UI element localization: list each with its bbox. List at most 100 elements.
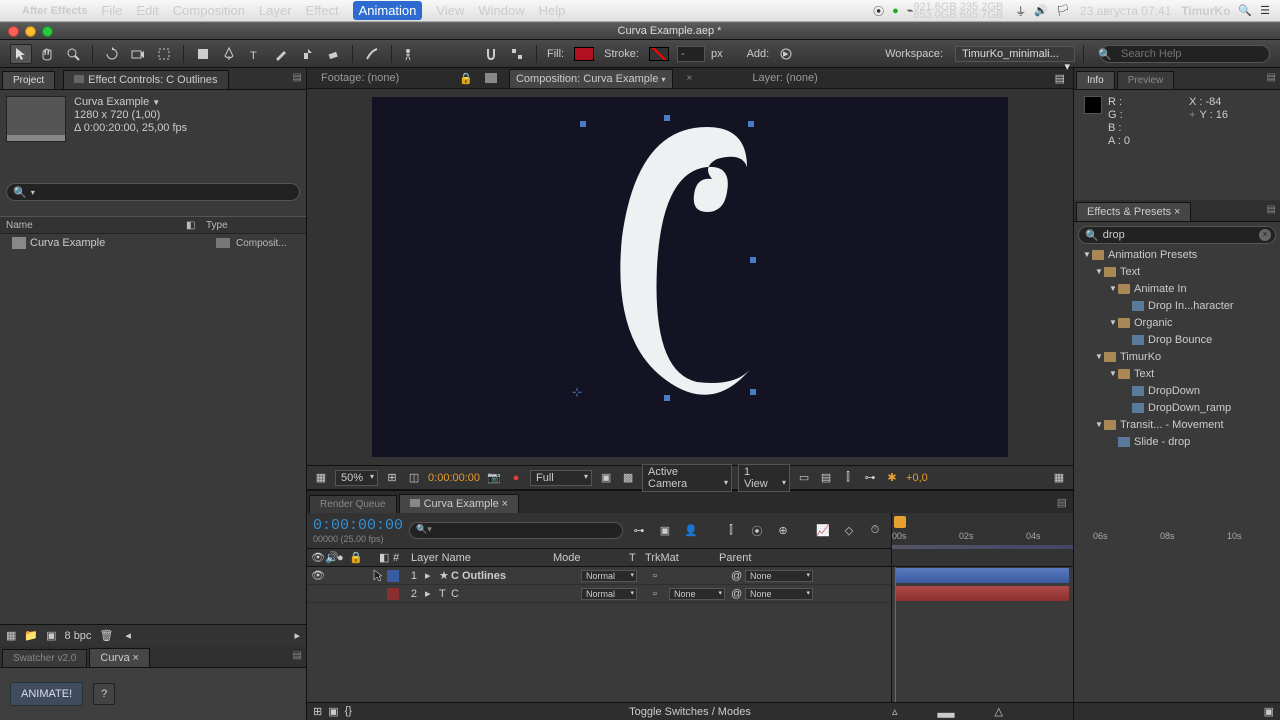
selection-tool[interactable] (10, 44, 32, 64)
preset-folder[interactable]: ▼Text (1078, 263, 1276, 280)
views-dropdown[interactable]: 1 View (738, 464, 790, 492)
preset-item[interactable]: DropDown (1078, 382, 1276, 399)
timeline-layer-row[interactable]: 👁1▸★C OutlinesNormal▫@None (307, 567, 891, 585)
menu-layer[interactable]: Layer (259, 3, 292, 18)
parent-pickwhip-icon[interactable]: @ (727, 570, 741, 582)
panel-menu-icon[interactable]: ▤ (293, 72, 302, 83)
roto-tool[interactable] (361, 44, 383, 64)
app-name[interactable]: After Effects (22, 5, 87, 17)
menu-window[interactable]: Window (478, 3, 524, 18)
minimize-window-button[interactable] (25, 26, 36, 37)
grid-icon[interactable]: ▦ (313, 470, 329, 486)
project-col-label[interactable]: ◧ (180, 220, 200, 231)
panel-menu-icon[interactable]: ▤ (293, 650, 302, 661)
snapshot-icon[interactable]: 📷 (486, 470, 502, 486)
timeline-comp-tab[interactable]: Curva Example × (399, 494, 519, 513)
playhead-line[interactable] (895, 567, 896, 702)
frame-blend-icon[interactable]: ⫿ (721, 521, 741, 541)
menu-extra-icon[interactable]: ⦿ (873, 3, 884, 19)
fill-label[interactable]: Fill: (547, 48, 564, 60)
solo-toggle-icon[interactable]: ● (333, 552, 345, 564)
playhead[interactable] (894, 516, 906, 528)
timeline-timecode[interactable]: 0:00:00:00 (313, 517, 403, 534)
menu-help[interactable]: Help (539, 3, 566, 18)
menu-file[interactable]: File (101, 3, 122, 18)
layer-name[interactable]: C (447, 588, 577, 600)
shape-layer-c[interactable] (582, 117, 782, 417)
lock-icon[interactable]: 🔒 (459, 72, 473, 85)
menu-composition[interactable]: Composition (173, 3, 245, 18)
clear-search-icon[interactable]: × (1259, 229, 1271, 241)
camera-tool[interactable] (127, 44, 149, 64)
prev-frame-icon[interactable]: ◂ (125, 629, 131, 642)
new-folder-icon[interactable]: 📁 (24, 629, 38, 642)
preset-folder[interactable]: ▼Text (1078, 365, 1276, 382)
panel-menu-icon[interactable]: ▤ (1267, 204, 1276, 215)
parent-dropdown[interactable]: None (745, 570, 813, 582)
stopwatch-icon[interactable]: ⏱ (865, 521, 885, 541)
col-mode[interactable]: Mode (549, 552, 625, 564)
snap-toggle[interactable] (480, 44, 502, 64)
zoom-tool[interactable] (62, 44, 84, 64)
rotation-tool[interactable] (101, 44, 123, 64)
project-col-type[interactable]: Type (200, 220, 234, 231)
timeline-ruler[interactable]: 00s02s04s06s08s10s12s14s16s18s20s (892, 513, 1073, 549)
layer-track-1[interactable] (896, 568, 1069, 583)
render-queue-tab[interactable]: Render Queue (309, 495, 397, 513)
zoom-in-icon[interactable]: △ (994, 705, 1002, 718)
next-frame-icon[interactable]: ▸ (294, 629, 300, 642)
bpc-toggle[interactable]: 8 bpc (65, 630, 92, 642)
preset-folder[interactable]: ▼Animate In (1078, 280, 1276, 297)
layer-color-swatch[interactable] (387, 570, 399, 582)
pixel-aspect-icon[interactable]: ▭ (796, 470, 812, 486)
preserve-transparency[interactable]: ▫ (649, 588, 665, 600)
pan-behind-tool[interactable] (153, 44, 175, 64)
effects-search[interactable]: 🔍 drop × (1078, 226, 1276, 244)
layer-color-swatch[interactable] (387, 588, 399, 600)
timeline-icon[interactable]: ⫿ (840, 470, 856, 486)
layer-track-2[interactable] (896, 586, 1069, 601)
col-number[interactable]: # (389, 552, 407, 564)
preset-folder[interactable]: ▼Organic (1078, 314, 1276, 331)
puppet-tool[interactable] (400, 44, 422, 64)
camera-dropdown[interactable]: Active Camera (642, 464, 732, 492)
eye-toggle[interactable]: 👁 (307, 569, 321, 582)
zoom-slider[interactable]: ▃▃ (938, 705, 955, 718)
menu-extra-icon[interactable]: ⌁ (907, 4, 914, 17)
graph-editor-icon[interactable]: 📈 (813, 521, 833, 541)
close-window-button[interactable] (8, 26, 19, 37)
zoom-out-icon[interactable]: ▵ (892, 705, 898, 718)
delete-icon[interactable]: 🗑 (99, 629, 113, 642)
preset-item[interactable]: Drop Bounce (1078, 331, 1276, 348)
stroke-color-swatch[interactable] (649, 47, 669, 61)
trkmat-dropdown[interactable]: None (669, 588, 725, 600)
stroke-label[interactable]: Stroke: (604, 48, 639, 60)
motion-blur-icon[interactable]: ⦿ (747, 521, 767, 541)
blend-mode-dropdown[interactable]: Normal (581, 570, 637, 582)
parent-pickwhip-icon[interactable]: @ (727, 588, 741, 600)
av-toggle-icon[interactable]: 👁 (307, 551, 321, 564)
clone-tool[interactable] (296, 44, 318, 64)
volume-icon[interactable]: 🔊 (1034, 4, 1048, 17)
label-swatch[interactable] (216, 238, 230, 248)
project-col-name[interactable]: Name (0, 220, 180, 231)
menu-extra-icon[interactable]: ● (892, 5, 899, 17)
pen-tool[interactable] (218, 44, 240, 64)
footage-viewer-tab[interactable]: Footage: (none) (315, 69, 405, 87)
close-icon[interactable]: × (133, 652, 139, 664)
roi-icon[interactable]: ▣ (598, 470, 614, 486)
eraser-tool[interactable] (322, 44, 344, 64)
hand-tool[interactable] (36, 44, 58, 64)
timeline-layer-row[interactable]: 2▸TCNormal▫None@None (307, 585, 891, 603)
menu-edit[interactable]: Edit (136, 3, 158, 18)
menu-effect[interactable]: Effect (306, 3, 339, 18)
curva-help-button[interactable]: ? (93, 683, 115, 705)
curva-tab[interactable]: Curva × (89, 648, 150, 667)
resolution-dropdown[interactable]: Full (530, 470, 592, 486)
project-tab[interactable]: Project (2, 71, 55, 89)
timeline-footer-icon[interactable]: {} (345, 705, 352, 718)
preset-folder[interactable]: ▼TimurKo (1078, 348, 1276, 365)
stroke-width-input[interactable] (677, 46, 705, 62)
new-comp-icon[interactable]: ▣ (46, 629, 56, 642)
spotlight-icon[interactable]: 🔍 (1238, 4, 1252, 17)
